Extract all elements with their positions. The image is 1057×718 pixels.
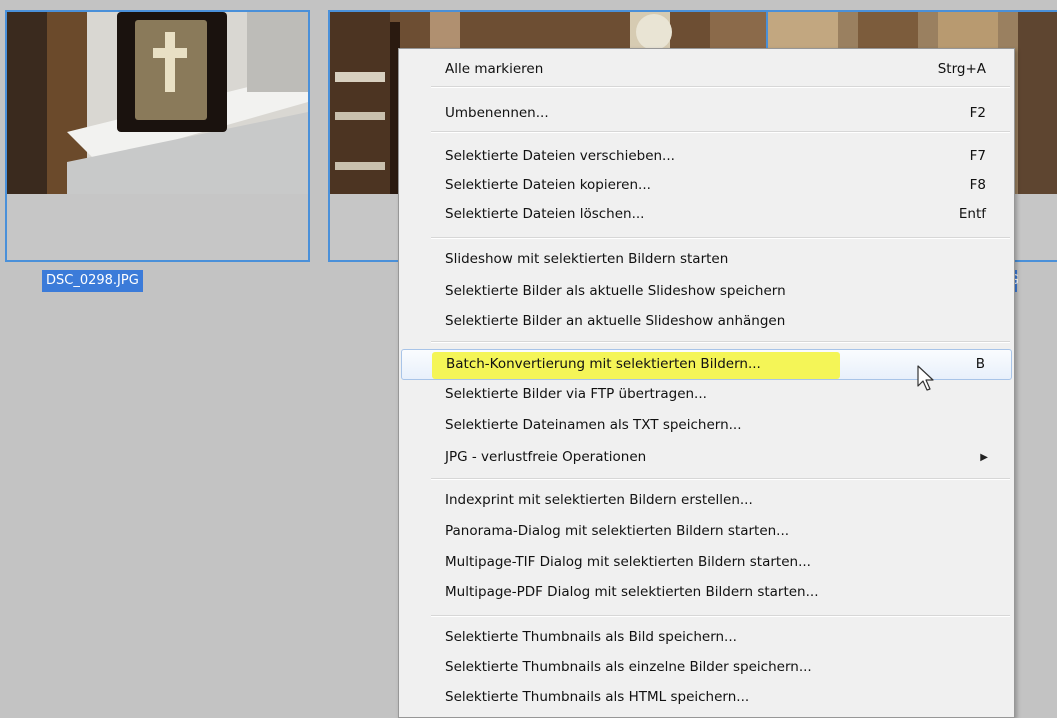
menu-item-shortcut: F7 [969,148,986,164]
menu-separator [431,478,1010,480]
menu-item-move-files[interactable]: Selektierte Dateien verschieben... F7 [401,142,1012,171]
menu-separator [431,237,1010,239]
menu-item-multipage-pdf[interactable]: Multipage-PDF Dialog mit selektierten Bi… [401,578,1012,607]
bookshelf-photo [7,12,308,194]
menu-item-shortcut: F2 [969,105,986,121]
menu-item-label: Indexprint mit selektierten Bildern erst… [445,492,753,508]
menu-item-delete-files[interactable]: Selektierte Dateien löschen... Entf [401,200,1012,229]
menu-item-label: Selektierte Dateinamen als TXT speichern… [445,417,742,433]
menu-item-shortcut: F8 [969,177,986,193]
menu-item-label: Alle markieren [445,61,544,77]
menu-item-copy-files[interactable]: Selektierte Dateien kopieren... F8 [401,171,1012,200]
menu-item-label: Selektierte Dateien löschen... [445,206,645,222]
menu-item-label: Selektierte Thumbnails als einzelne Bild… [445,659,812,675]
thumbnail-1[interactable] [5,10,310,262]
thumbnail-photo [7,12,308,194]
menu-item-indexprint[interactable]: Indexprint mit selektierten Bildern erst… [401,486,1012,515]
menu-item-thumbs-as-html[interactable]: Selektierte Thumbnails als HTML speicher… [401,683,1012,712]
menu-item-shortcut: Entf [958,206,986,222]
menu-item-panorama[interactable]: Panorama-Dialog mit selektierten Bildern… [401,517,1012,546]
menu-item-label: Umbenennen... [445,105,549,121]
menu-item-thumbs-as-single-images[interactable]: Selektierte Thumbnails als einzelne Bild… [401,653,1012,682]
menu-item-label: Selektierte Dateien verschieben... [445,148,675,164]
menu-separator [431,615,1010,617]
menu-item-select-all[interactable]: Alle markieren Strg+A [401,55,1012,84]
menu-item-label: Batch-Konvertierung mit selektierten Bil… [446,356,761,372]
menu-item-multipage-tif[interactable]: Multipage-TIF Dialog mit selektierten Bi… [401,548,1012,577]
menu-item-jpg-lossless[interactable]: JPG - verlustfreie Operationen ▶ [401,443,1012,472]
chevron-right-icon: ▶ [980,452,988,463]
menu-item-label: Selektierte Bilder an aktuelle Slideshow… [445,313,786,329]
menu-item-label: Selektierte Dateien kopieren... [445,177,651,193]
menu-item-shortcut: Strg+A [937,61,986,77]
menu-separator [431,86,1010,88]
menu-item-label: Slideshow mit selektierten Bildern start… [445,251,729,267]
menu-item-shortcut: B [975,356,985,372]
menu-item-label: Multipage-PDF Dialog mit selektierten Bi… [445,584,819,600]
menu-separator [431,341,1010,343]
menu-item-label: Multipage-TIF Dialog mit selektierten Bi… [445,554,811,570]
menu-item-label: Selektierte Bilder via FTP übertragen... [445,386,707,402]
menu-item-rename[interactable]: Umbenennen... F2 [401,99,1012,128]
menu-separator [431,131,1010,133]
menu-item-save-slideshow[interactable]: Selektierte Bilder als aktuelle Slidesho… [401,277,1012,306]
menu-item-label: Panorama-Dialog mit selektierten Bildern… [445,523,790,539]
thumbnail-1-filename[interactable]: DSC_0298.JPG [42,270,143,292]
menu-item-thumbs-as-image[interactable]: Selektierte Thumbnails als Bild speicher… [401,623,1012,652]
menu-item-label: Selektierte Thumbnails als HTML speicher… [445,689,750,705]
menu-item-label: Selektierte Bilder als aktuelle Slidesho… [445,283,786,299]
menu-item-label: Selektierte Thumbnails als Bild speicher… [445,629,737,645]
menu-item-label: JPG - verlustfreie Operationen [445,449,647,465]
menu-item-start-slideshow[interactable]: Slideshow mit selektierten Bildern start… [401,245,1012,274]
mouse-cursor-icon [917,365,934,391]
menu-item-save-filenames-txt[interactable]: Selektierte Dateinamen als TXT speichern… [401,411,1012,440]
menu-item-append-slideshow[interactable]: Selektierte Bilder an aktuelle Slideshow… [401,307,1012,336]
